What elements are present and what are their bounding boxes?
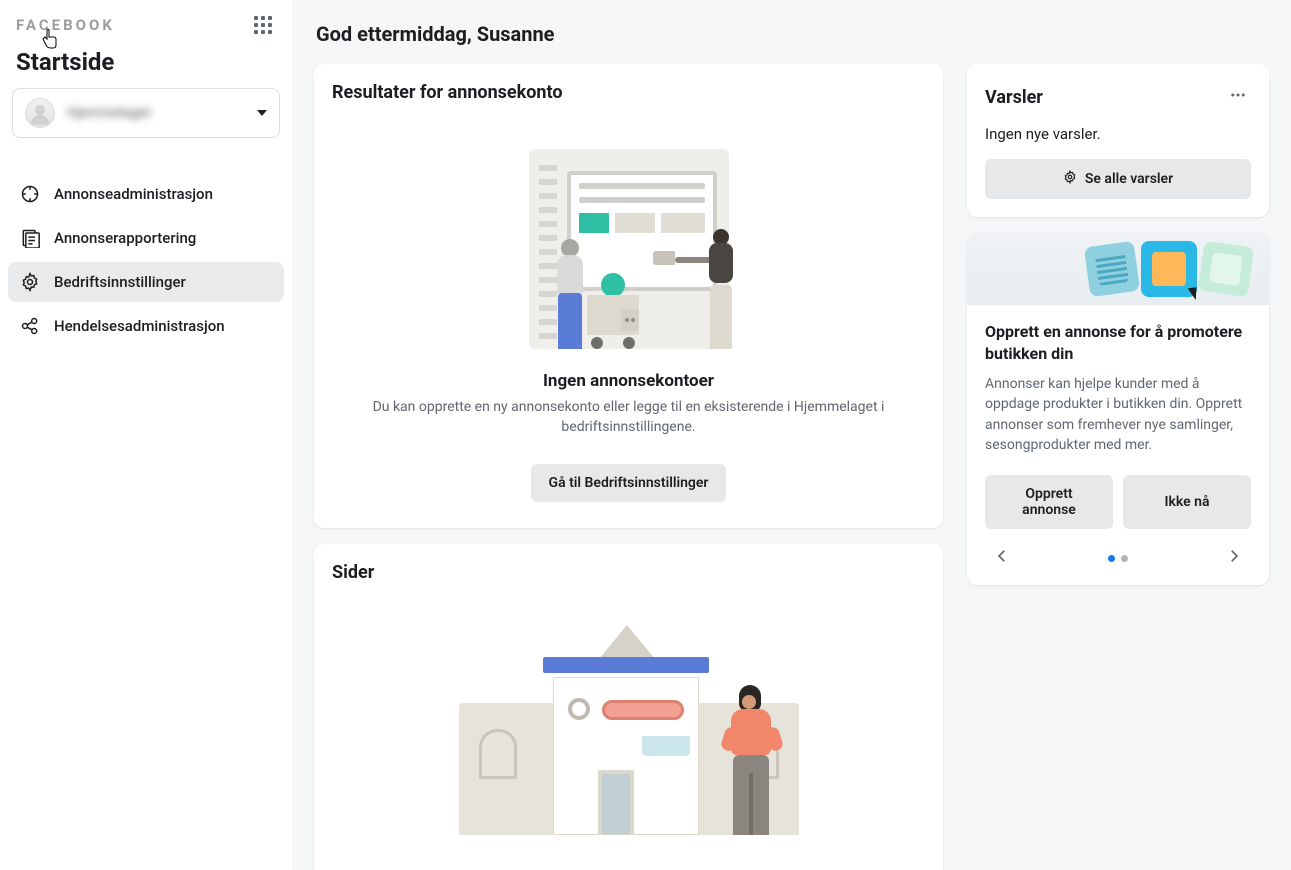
sidebar-item-label: Annonserapportering [54,229,196,247]
promo-card: Opprett en annonse for å promotere butik… [967,233,1269,585]
carousel-dot[interactable] [1121,555,1128,562]
facebook-logo: FACEBOOK [16,16,115,34]
avatar-icon [25,98,55,128]
carousel-dots [1108,555,1128,562]
pages-card: Sider [314,544,943,870]
carousel-dot[interactable] [1108,555,1115,562]
card-title: Resultater for annonsekonto [332,82,925,103]
promo-illustration [967,233,1269,305]
sidebar-item-business-settings[interactable]: Bedriftsinnstillinger [8,262,284,302]
illustration-storefront [332,595,925,870]
chevron-left-icon[interactable] [989,543,1015,573]
alerts-card: Varsler Ingen nye varsler. Se alle varsl… [967,64,1269,217]
see-all-alerts-label: Se alle varsler [1085,171,1173,187]
sidebar-item-label: Bedriftsinnstillinger [54,273,186,291]
empty-state-heading: Ingen annonsekontoer [332,371,925,391]
cursor-pointer-icon [41,28,59,50]
empty-state-description: Du kan opprette en ny annonsekonto eller… [332,397,925,438]
see-all-alerts-button[interactable]: Se alle varsler [985,159,1251,199]
account-name: Hjemmelaget [67,105,245,121]
chevron-right-icon[interactable] [1221,543,1247,573]
account-selector[interactable]: Hjemmelaget [12,88,280,138]
ad-results-card: Resultater for annonsekonto Ingen annons… [314,64,943,528]
not-now-button[interactable]: Ikke nå [1123,475,1251,529]
promo-text: Annonser kan hjelpe kunder med å oppdage… [985,374,1251,455]
sidebar-item-ad-reporting[interactable]: Annonserapportering [8,218,284,258]
report-icon [20,228,40,248]
sidebar-nav: Annonseadministrasjon Annonserapporterin… [8,174,284,346]
apps-menu-icon[interactable] [250,12,276,38]
sidebar-item-label: Hendelsesadministrasjon [54,317,225,335]
caret-down-icon [257,110,267,116]
gear-icon [20,272,40,292]
share-nodes-icon [20,316,40,336]
greeting: God ettermiddag, Susanne [314,16,1269,64]
sidebar: FACEBOOK Startside Hjemmelaget Annonsead… [0,0,292,870]
sidebar-item-ads-manager[interactable]: Annonseadministrasjon [8,174,284,214]
alerts-empty-text: Ingen nye varsler. [985,125,1251,143]
card-title: Sider [332,562,925,583]
main-content: God ettermiddag, Susanne Resultater for … [292,0,1291,870]
promo-title: Opprett en annonse for å promotere butik… [985,321,1251,364]
illustration-setup [332,115,925,371]
create-ad-button[interactable]: Opprett annonse [985,475,1113,529]
gear-icon [1063,170,1077,188]
go-to-business-settings-button[interactable]: Gå til Bedriftsinnstillinger [531,464,727,502]
sidebar-item-events-manager[interactable]: Hendelsesadministrasjon [8,306,284,346]
card-title: Varsler [985,87,1043,108]
target-icon [20,184,40,204]
sidebar-item-label: Annonseadministrasjon [54,185,213,203]
more-icon[interactable] [1225,82,1251,113]
